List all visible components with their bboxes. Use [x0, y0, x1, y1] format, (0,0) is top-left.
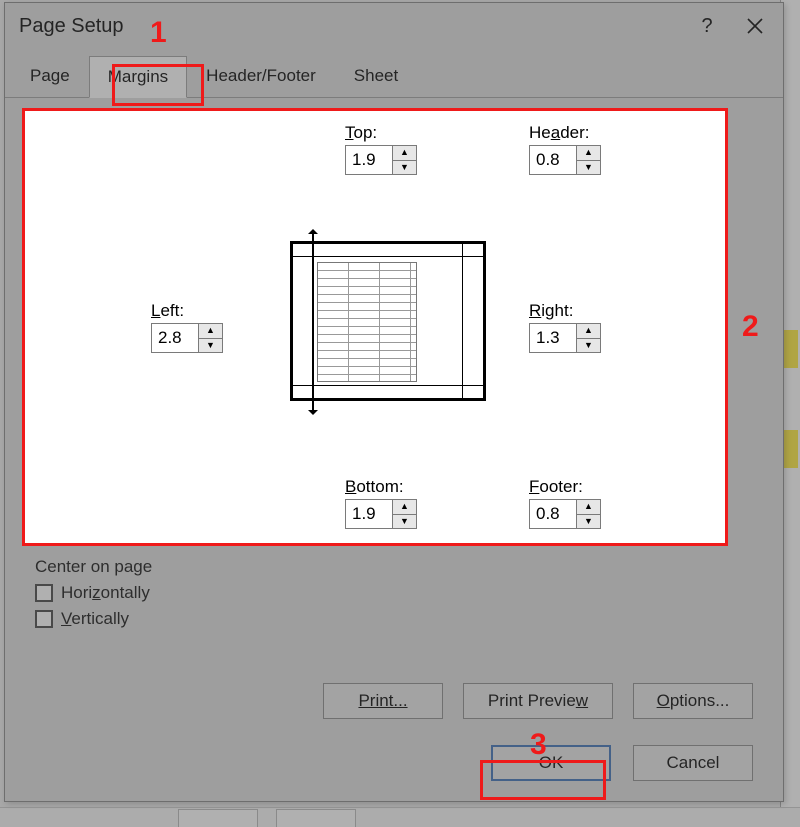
- spin-down-icon[interactable]: ▼: [577, 339, 600, 353]
- cancel-button[interactable]: Cancel: [633, 745, 753, 781]
- margin-right-input[interactable]: [530, 324, 576, 352]
- close-icon: [746, 17, 764, 35]
- tab-headerfooter[interactable]: Header/Footer: [187, 55, 335, 97]
- margin-top-spinner[interactable]: ▲ ▼: [345, 145, 417, 175]
- annotation-3: 3: [530, 728, 547, 762]
- spin-down-icon[interactable]: ▼: [393, 515, 416, 529]
- margin-footer-label: Footer:: [529, 477, 583, 497]
- options-button[interactable]: Options...: [633, 683, 753, 719]
- dialog-title: Page Setup: [19, 15, 124, 38]
- close-button[interactable]: [731, 6, 779, 46]
- tab-sheet[interactable]: Sheet: [335, 55, 417, 97]
- spin-up-icon[interactable]: ▲: [393, 500, 416, 515]
- margin-right-label: Right:: [529, 301, 573, 321]
- spin-down-icon[interactable]: ▼: [577, 515, 600, 529]
- spin-up-icon[interactable]: ▲: [577, 324, 600, 339]
- margin-bottom-spinner[interactable]: ▲ ▼: [345, 499, 417, 529]
- center-horizontal-label: Horizontally: [61, 583, 150, 603]
- tab-page[interactable]: Page: [11, 55, 89, 97]
- margin-left-spinner[interactable]: ▲ ▼: [151, 323, 223, 353]
- margin-left-label: Left:: [151, 301, 184, 321]
- titlebar: Page Setup ?: [5, 3, 783, 49]
- button-row-upper: Print... Print Preview Options...: [5, 683, 783, 719]
- annotation-2: 2: [742, 310, 759, 344]
- margin-top-input[interactable]: [346, 146, 392, 174]
- margin-top-label: Top:: [345, 123, 377, 143]
- spin-up-icon[interactable]: ▲: [577, 146, 600, 161]
- margin-footer-spinner[interactable]: ▲ ▼: [529, 499, 601, 529]
- margin-footer-input[interactable]: [530, 500, 576, 528]
- margin-bottom-label: Bottom:: [345, 477, 404, 497]
- annotation-box-ok-button: [480, 760, 606, 800]
- spin-up-icon[interactable]: ▲: [577, 500, 600, 515]
- spin-up-icon[interactable]: ▲: [199, 324, 222, 339]
- button-row-lower: OK Cancel: [5, 745, 783, 781]
- spin-up-icon[interactable]: ▲: [393, 146, 416, 161]
- center-horizontal-checkbox[interactable]: [35, 584, 53, 602]
- center-vertical-row[interactable]: Vertically: [35, 609, 152, 629]
- background-bottom-strip: [0, 807, 800, 827]
- annotation-box-margins-tab: [112, 64, 204, 106]
- page-preview: [290, 241, 486, 401]
- margin-header-label: Header:: [529, 123, 590, 143]
- margins-panel: Top: ▲ ▼ Header: ▲ ▼ Left:: [22, 108, 728, 546]
- print-preview-button[interactable]: Print Preview: [463, 683, 613, 719]
- margin-header-input[interactable]: [530, 146, 576, 174]
- margin-header-spinner[interactable]: ▲ ▼: [529, 145, 601, 175]
- spin-down-icon[interactable]: ▼: [577, 161, 600, 175]
- margin-left-input[interactable]: [152, 324, 198, 352]
- spin-down-icon[interactable]: ▼: [199, 339, 222, 353]
- margin-indicator-arrow: [312, 233, 314, 411]
- margin-right-spinner[interactable]: ▲ ▼: [529, 323, 601, 353]
- center-horizontal-row[interactable]: Horizontally: [35, 583, 152, 603]
- center-on-page-group: Center on page Horizontally Vertically: [35, 557, 152, 629]
- center-vertical-label: Vertically: [61, 609, 129, 629]
- margin-bottom-input[interactable]: [346, 500, 392, 528]
- center-on-page-label: Center on page: [35, 557, 152, 577]
- print-button[interactable]: Print...: [323, 683, 443, 719]
- annotation-1: 1: [150, 16, 167, 50]
- spin-down-icon[interactable]: ▼: [393, 161, 416, 175]
- help-button[interactable]: ?: [683, 6, 731, 46]
- center-vertical-checkbox[interactable]: [35, 610, 53, 628]
